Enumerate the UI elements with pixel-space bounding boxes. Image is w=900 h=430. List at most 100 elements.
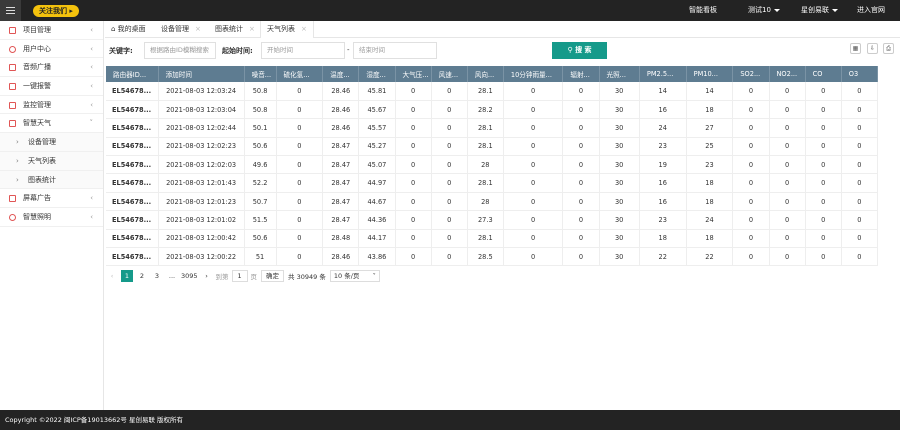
column-header[interactable]: PM2.5...: [639, 66, 687, 82]
nav-user-menu[interactable]: 测试10: [748, 0, 780, 21]
start-time-input[interactable]: 开始时间: [261, 42, 345, 59]
table-cell: 0: [562, 210, 600, 230]
column-header[interactable]: 辐射...: [562, 66, 600, 82]
sidebar-item-projects[interactable]: 项目管理 ‹: [0, 21, 103, 40]
speaker-icon: [9, 64, 16, 72]
close-icon[interactable]: ×: [195, 25, 201, 33]
table-row[interactable]: EL54678... 2021-08-03 12:01:23 50.7 0 28.47 4…: [106, 192, 879, 212]
table-row[interactable]: EL54678... 2021-08-03 12:01:43 52.2 0 28.47 4…: [106, 173, 879, 193]
table-cell: 0: [431, 100, 468, 120]
table-cell: 0: [769, 229, 806, 249]
table-row[interactable]: EL54678... 2021-08-03 12:00:42 50.6 0 28.48 4…: [106, 229, 879, 249]
table-cell: 27.3: [467, 210, 504, 230]
column-header[interactable]: 噪音...: [244, 66, 277, 82]
per-page-select[interactable]: 10 条/页 ˅: [329, 270, 380, 282]
table-cell: 28.47: [322, 192, 360, 212]
keyword-input[interactable]: 根据路由ID模糊搜索: [144, 42, 216, 59]
follow-us-button[interactable]: 关注我们 ▸: [33, 5, 79, 17]
column-header[interactable]: NO2...: [769, 66, 806, 82]
table-cell: 51.5: [244, 210, 277, 230]
table-cell: 22: [639, 247, 687, 267]
sidebar-subitem-devices[interactable]: › 设备管理: [0, 133, 103, 152]
tab-devices[interactable]: 设备管理 ×: [161, 21, 201, 38]
table-row[interactable]: EL54678... 2021-08-03 12:02:23 50.6 0 28.47 4…: [106, 137, 879, 157]
table-cell: 2021-08-03 12:02:44: [158, 118, 245, 138]
column-header[interactable]: 大气压...: [395, 66, 432, 82]
prev-page-icon[interactable]: ‹: [106, 270, 118, 282]
column-header[interactable]: 路由器ID...: [106, 66, 159, 82]
nav-smart-dashboard[interactable]: 智能看板: [689, 0, 717, 21]
table-cell: 0: [503, 247, 564, 267]
table-cell: 0: [841, 210, 879, 230]
end-time-input[interactable]: 结束时间: [353, 42, 437, 59]
column-header[interactable]: 温度...: [322, 66, 360, 82]
sidebar-item-audio[interactable]: 音频广播 ‹: [0, 58, 103, 78]
column-header[interactable]: 风速...: [431, 66, 468, 82]
sidebar-item-lighting[interactable]: 智慧照明 ‹: [0, 208, 103, 227]
close-icon[interactable]: ×: [249, 25, 255, 33]
sidebar-item-users[interactable]: 用户中心 ‹: [0, 40, 103, 59]
table-cell: 28.1: [467, 229, 504, 249]
column-header[interactable]: PM10...: [686, 66, 734, 82]
tab-weather-list[interactable]: 天气列表 ×: [260, 21, 314, 38]
table-cell: 0: [769, 100, 806, 120]
page-1[interactable]: 1: [121, 270, 133, 282]
sidebar-item-weather[interactable]: 智慧天气 ˅: [0, 114, 103, 134]
page-3[interactable]: 3: [151, 270, 163, 282]
column-header[interactable]: SO2...: [732, 66, 770, 82]
menu-toggle-icon[interactable]: [0, 0, 21, 21]
print-icon[interactable]: ⎙: [883, 43, 894, 54]
column-header[interactable]: 湿度...: [358, 66, 396, 82]
table-cell: EL54678...: [106, 82, 159, 101]
goto-page-input[interactable]: 1: [231, 270, 248, 282]
table-cell: 2021-08-03 12:02:23: [158, 137, 245, 157]
bulb-icon: [9, 213, 16, 221]
column-header[interactable]: O3: [841, 66, 879, 82]
column-header[interactable]: 硫化氢...: [276, 66, 324, 82]
column-header[interactable]: CO: [805, 66, 842, 82]
search-button[interactable]: ⚲ 搜 索: [552, 42, 607, 59]
chevron-right-icon: ›: [16, 138, 19, 147]
export-icon[interactable]: ⇩: [867, 43, 878, 54]
columns-icon[interactable]: ▦: [850, 43, 861, 54]
filter-bar: 关键字: 根据路由ID模糊搜索 起始时间: 开始时间 - 结束时间 ⚲ 搜 索 …: [105, 38, 900, 64]
table-cell: 16: [639, 173, 687, 193]
table-row[interactable]: EL54678... 2021-08-03 12:00:22 51 0 28.46 43.…: [106, 247, 879, 267]
column-header[interactable]: 10分钟雨量...: [503, 66, 564, 82]
table-cell: 30: [599, 82, 640, 101]
sidebar-subitem-charts[interactable]: › 图表统计: [0, 170, 103, 190]
column-header[interactable]: 添加时间: [158, 66, 245, 82]
table-cell: EL54678...: [106, 173, 159, 193]
tab-home[interactable]: ⌂ 我的桌面: [111, 21, 146, 38]
table-cell: 0: [769, 210, 806, 230]
sidebar-item-screen-ads[interactable]: 屏幕广告 ‹: [0, 189, 103, 208]
column-header[interactable]: 风向...: [467, 66, 504, 82]
table-cell: 0: [562, 173, 600, 193]
table-row[interactable]: EL54678... 2021-08-03 12:03:24 50.8 0 28.46 4…: [106, 82, 879, 101]
table-cell: 30: [599, 137, 640, 157]
table-row[interactable]: EL54678... 2021-08-03 12:02:44 50.1 0 28.46 4…: [106, 118, 879, 138]
tab-charts[interactable]: 图表统计 ×: [215, 21, 255, 38]
table-cell: 52.2: [244, 173, 277, 193]
sidebar-item-alarm[interactable]: 一键报警 ‹: [0, 77, 103, 96]
table-cell: 0: [769, 173, 806, 193]
table-row[interactable]: EL54678... 2021-08-03 12:02:03 49.6 0 28.47 4…: [106, 155, 879, 175]
sidebar-subitem-weather-list[interactable]: › 天气列表: [0, 151, 103, 171]
page-2[interactable]: 2: [136, 270, 148, 282]
column-header[interactable]: 光照...: [599, 66, 640, 82]
table-cell: 0: [503, 118, 564, 138]
table-row[interactable]: EL54678... 2021-08-03 12:01:02 51.5 0 28.47 4…: [106, 210, 879, 230]
goto-confirm-button[interactable]: 确定: [261, 270, 285, 282]
table-cell: 25: [686, 137, 734, 157]
next-page-icon[interactable]: ›: [201, 270, 213, 282]
table-cell: 28.48: [322, 229, 360, 249]
sidebar-item-monitor[interactable]: 监控管理 ‹: [0, 96, 103, 115]
table-row[interactable]: EL54678... 2021-08-03 12:03:04 50.8 0 28.46 4…: [106, 100, 879, 120]
tab-label: 设备管理: [161, 25, 189, 33]
nav-official-site[interactable]: 进入官网: [857, 0, 885, 21]
page-last[interactable]: 3095: [181, 270, 198, 282]
sidebar-item-label: 设备管理: [28, 138, 56, 147]
nav-company-menu[interactable]: 星创易联: [801, 0, 838, 21]
table-cell: 45.57: [358, 118, 396, 138]
close-icon[interactable]: ×: [301, 25, 307, 33]
